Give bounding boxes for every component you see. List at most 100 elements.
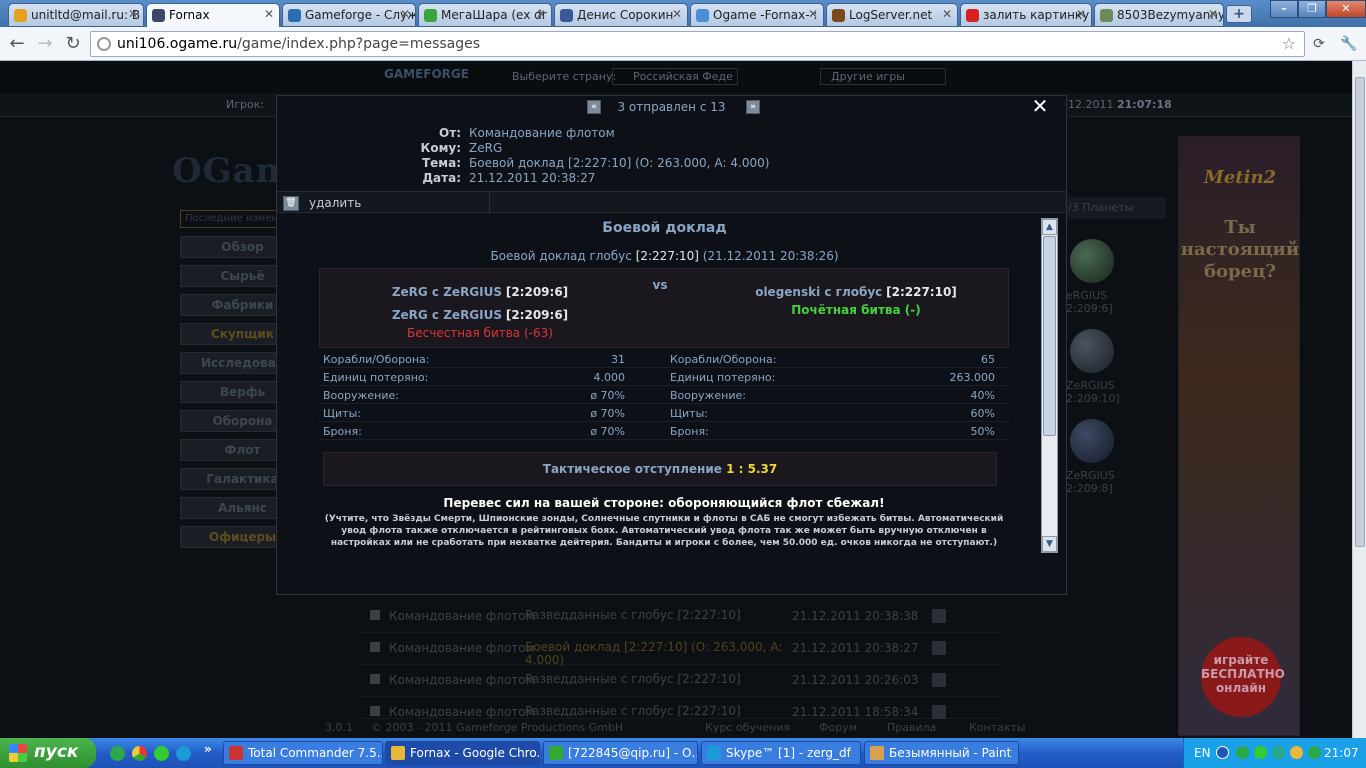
- back-button[interactable]: ←: [6, 33, 28, 55]
- network-icon[interactable]: [1236, 746, 1249, 759]
- trash-icon[interactable]: 🗑: [283, 196, 299, 211]
- forward-button[interactable]: →: [34, 33, 56, 55]
- combat-report: Боевой доклад Боевой доклад глобус [2:22…: [277, 219, 1042, 554]
- tab-vk[interactable]: Денис Сорокин ✕: [554, 3, 688, 27]
- trash-icon[interactable]: [932, 705, 946, 719]
- report-scrollbar[interactable]: ▲ ▼: [1041, 218, 1058, 553]
- ogame-logo[interactable]: OGam: [172, 151, 293, 191]
- clock[interactable]: 21:07: [1324, 746, 1359, 760]
- close-icon[interactable]: ✕: [400, 7, 410, 21]
- subtitle-coords[interactable]: [2:227:10]: [636, 249, 699, 263]
- wrench-icon[interactable]: 🔧: [1338, 33, 1360, 55]
- message-checkbox[interactable]: [370, 610, 380, 620]
- attacker-coords[interactable]: [2:209:6]: [506, 308, 568, 322]
- taskbar-item-chrome[interactable]: Fornax - Google Chro...: [385, 741, 540, 765]
- taskbar-item-paint[interactable]: Безымянный - Paint: [864, 741, 1019, 765]
- footer-link-tutorial[interactable]: Курс обучения: [705, 721, 790, 734]
- close-icon[interactable]: ✕: [808, 7, 818, 21]
- message-checkbox[interactable]: [370, 674, 380, 684]
- tab-mail[interactable]: unitltd@mail.ru: В ✕: [8, 3, 144, 27]
- attacker-name[interactable]: ZeRG с ZeRGIUS: [392, 308, 502, 322]
- country-select[interactable]: Российская Феде: [612, 68, 738, 85]
- message-row[interactable]: Командование флотом Боевой доклад [2:227:…: [355, 633, 1000, 667]
- window-close-button[interactable]: ✕: [1326, 0, 1366, 18]
- close-icon[interactable]: ✕: [672, 7, 682, 21]
- defender-name[interactable]: olegenski с глобус: [755, 285, 882, 299]
- message-date: 21.12.2011 20:26:03: [792, 673, 919, 687]
- tab-fornax[interactable]: Fornax ✕: [146, 3, 280, 28]
- close-icon[interactable]: ✕: [536, 7, 546, 21]
- tab-logserver[interactable]: LogServer.net ✕: [826, 3, 958, 27]
- trash-icon[interactable]: [932, 641, 946, 655]
- footer-link-rules[interactable]: Правила: [887, 721, 936, 734]
- close-icon[interactable]: ✕: [264, 7, 274, 21]
- close-dialog-button[interactable]: ✕: [1031, 96, 1049, 116]
- tray-arrow-icon[interactable]: [1216, 746, 1229, 759]
- planet-item[interactable]: eRGIUS 2:209:6]: [1066, 231, 1166, 321]
- message-checkbox[interactable]: [370, 706, 380, 716]
- trash-icon[interactable]: [932, 609, 946, 623]
- taskbar-item-totalcmd[interactable]: Total Commander 7.5...: [223, 741, 383, 765]
- tray-app-icon[interactable]: [1290, 746, 1303, 759]
- icq-icon[interactable]: [154, 746, 169, 761]
- prev-message-button[interactable]: «: [587, 100, 601, 114]
- taskbar-item-qip[interactable]: [722845@qip.ru] - О...: [543, 741, 698, 765]
- message-subject[interactable]: Разведданные с глобус [2:227:10]: [525, 705, 785, 718]
- planet-item[interactable]: ZeRGIUS 2:209:8]: [1066, 411, 1166, 501]
- scrollbar-thumb[interactable]: [1355, 77, 1365, 547]
- skype-icon[interactable]: [176, 746, 191, 761]
- utorrent-tray-icon[interactable]: [1308, 746, 1321, 759]
- close-icon[interactable]: ✕: [1208, 7, 1218, 21]
- bookmark-star-icon[interactable]: ☆: [1282, 34, 1296, 53]
- maximize-button[interactable]: ❐: [1298, 0, 1326, 18]
- footer-link-forum[interactable]: Форум: [819, 721, 857, 734]
- close-icon[interactable]: ✕: [1076, 7, 1086, 21]
- scroll-down-icon[interactable]: ▼: [1042, 536, 1057, 552]
- ad-play-badge[interactable]: играйте БЕСПЛАТНО онлайн: [1201, 637, 1285, 717]
- gameforge-logo[interactable]: GAMEFORGE: [384, 67, 484, 87]
- planet-item[interactable]: ZeRGIUS 2:209:10]: [1066, 321, 1166, 411]
- language-indicator[interactable]: EN: [1194, 746, 1211, 760]
- tab-ogame-forum[interactable]: Ogame -Fornax- : ✕: [690, 3, 824, 27]
- defender-coords[interactable]: [2:227:10]: [886, 285, 957, 299]
- attacker-coords[interactable]: [2:209:6]: [506, 285, 568, 299]
- chrome-icon[interactable]: [132, 746, 147, 761]
- close-icon[interactable]: ✕: [128, 7, 138, 21]
- icq-tray-icon[interactable]: [1254, 746, 1267, 759]
- extension-icon[interactable]: ⟳: [1308, 33, 1330, 55]
- message-row[interactable]: Командование флотом Разведданные с глобус…: [355, 665, 1000, 697]
- scrollbar-thumb[interactable]: [1043, 236, 1056, 436]
- message-row[interactable]: Командование флотом Разведданные с глобус…: [355, 697, 1000, 719]
- tab-megashara[interactable]: МегаШара (ex dr ✕: [418, 3, 552, 27]
- reload-button[interactable]: ↻: [62, 33, 84, 55]
- other-games-select[interactable]: Другие игры: [820, 68, 946, 85]
- message-checkbox[interactable]: [370, 642, 380, 652]
- footer-link-contacts[interactable]: Контакты: [969, 721, 1026, 734]
- trash-icon[interactable]: [932, 673, 946, 687]
- scroll-up-icon[interactable]: ▲: [1042, 219, 1057, 235]
- quicklaunch-more[interactable]: »: [204, 742, 212, 756]
- start-button[interactable]: пуск: [0, 738, 96, 768]
- next-message-button[interactable]: »: [746, 100, 760, 114]
- close-icon[interactable]: ✕: [942, 7, 952, 21]
- tab-gameforge[interactable]: Gameforge - Служ ✕: [282, 3, 416, 27]
- message-subject[interactable]: Боевой доклад [2:227:10] (О: 263.000, А:…: [525, 641, 785, 667]
- new-tab-button[interactable]: +: [1226, 5, 1252, 23]
- server-clock: 21:07:18: [1117, 98, 1172, 111]
- utorrent-icon[interactable]: [110, 746, 125, 761]
- taskbar-item-skype[interactable]: Skype™ [1] - zerg_df: [701, 741, 861, 765]
- minimize-button[interactable]: –: [1270, 0, 1298, 18]
- tab-yandex[interactable]: залить картинку ✕: [960, 3, 1092, 27]
- tray-app-icon[interactable]: [1272, 746, 1285, 759]
- attacker-name[interactable]: ZeRG с ZeRGIUS: [392, 285, 502, 299]
- message-subject[interactable]: Разведданные с глобус [2:227:10]: [525, 609, 785, 622]
- tab-image[interactable]: 8503Bezymyannyi ✕: [1094, 3, 1224, 27]
- address-bar[interactable]: uni106.ogame.ru/game/index.php?page=mess…: [90, 31, 1305, 57]
- delete-button[interactable]: удалить: [309, 196, 361, 210]
- message-subject[interactable]: Разведданные с глобус [2:227:10]: [525, 673, 785, 686]
- page-scrollbar[interactable]: [1352, 61, 1366, 738]
- news-ticker: Последние измен: [180, 210, 285, 228]
- stat-label: Щиты:: [323, 407, 361, 420]
- message-row[interactable]: Командование флотом Разведданные с глобус…: [355, 601, 1000, 633]
- advertisement-banner[interactable]: Metin2 Ты настоящий борец? играйте БЕСПЛА…: [1178, 136, 1300, 736]
